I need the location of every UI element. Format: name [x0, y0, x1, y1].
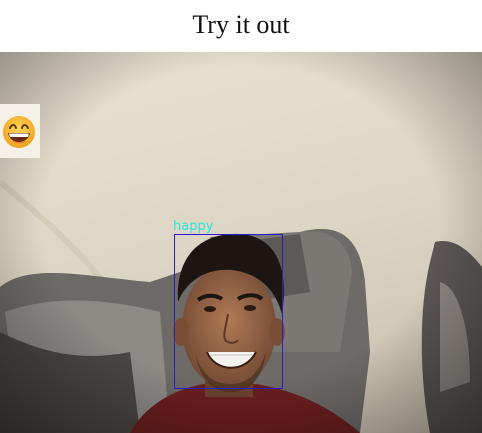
page-title: Try it out [192, 10, 290, 39]
grinning-face-emoji-icon [3, 116, 35, 148]
emotion-label: happy [173, 219, 214, 234]
demo-page: Try it out happy [0, 0, 482, 433]
face-detection-box [174, 234, 283, 389]
emotion-emoji-badge [0, 104, 40, 158]
